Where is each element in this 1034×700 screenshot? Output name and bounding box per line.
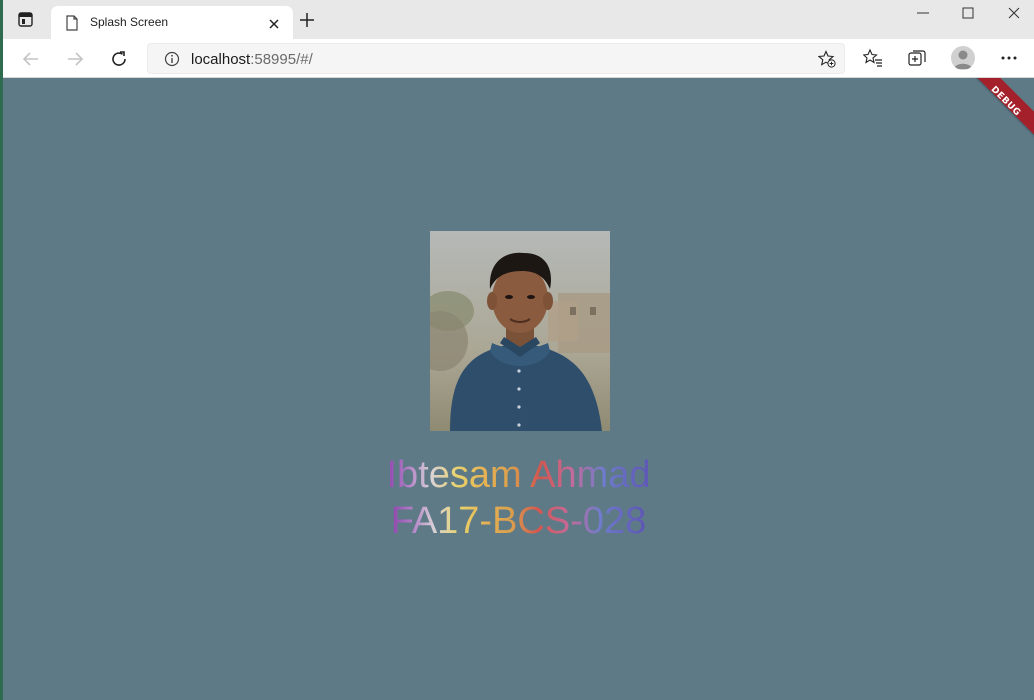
registration-number-text: FA17-BCS-028	[390, 500, 647, 542]
profile-icon[interactable]	[951, 46, 975, 70]
tab-splash-screen[interactable]: Splash Screen	[51, 6, 293, 39]
address-bar[interactable]: localhost:58995/#/	[147, 43, 845, 74]
profile-photo	[430, 231, 610, 431]
arrow-right-icon[interactable]	[65, 49, 85, 69]
app-page: DEBUG Ibtesam Ahmad FA17-BCS-028	[3, 78, 1034, 700]
browser-window: Splash Screen localhost:58995/#/ DEBUG I…	[0, 0, 1034, 700]
url-host: localhost	[191, 51, 251, 68]
maximize-icon[interactable]	[959, 4, 977, 22]
minimize-icon[interactable]	[914, 4, 932, 22]
url-text[interactable]: localhost:58995/#/	[191, 51, 313, 68]
address-bar-row: localhost:58995/#/	[3, 39, 1034, 78]
window-close-icon[interactable]	[1005, 4, 1023, 22]
star-plus-icon[interactable]	[817, 50, 836, 68]
info-icon[interactable]	[164, 51, 180, 67]
collections-icon[interactable]	[907, 48, 927, 68]
favorites-icon[interactable]	[862, 48, 883, 68]
url-path: :58995/#/	[250, 51, 313, 68]
debug-banner: DEBUG	[964, 78, 1034, 143]
registration-number: FA17-BCS-028	[3, 499, 1034, 543]
tab-strip: Splash Screen	[3, 0, 1034, 39]
document-icon	[65, 15, 79, 31]
student-name: Ibtesam Ahmad	[3, 453, 1034, 497]
tab-actions-icon[interactable]	[17, 11, 35, 29]
student-name-text: Ibtesam Ahmad	[386, 454, 651, 496]
plus-icon[interactable]	[299, 12, 315, 28]
debug-banner-label: DEBUG	[988, 84, 1023, 119]
tab-title: Splash Screen	[90, 15, 169, 29]
close-icon[interactable]	[267, 16, 281, 30]
more-icon[interactable]	[999, 50, 1019, 66]
arrow-left-icon[interactable]	[21, 49, 41, 69]
refresh-icon[interactable]	[109, 49, 129, 69]
